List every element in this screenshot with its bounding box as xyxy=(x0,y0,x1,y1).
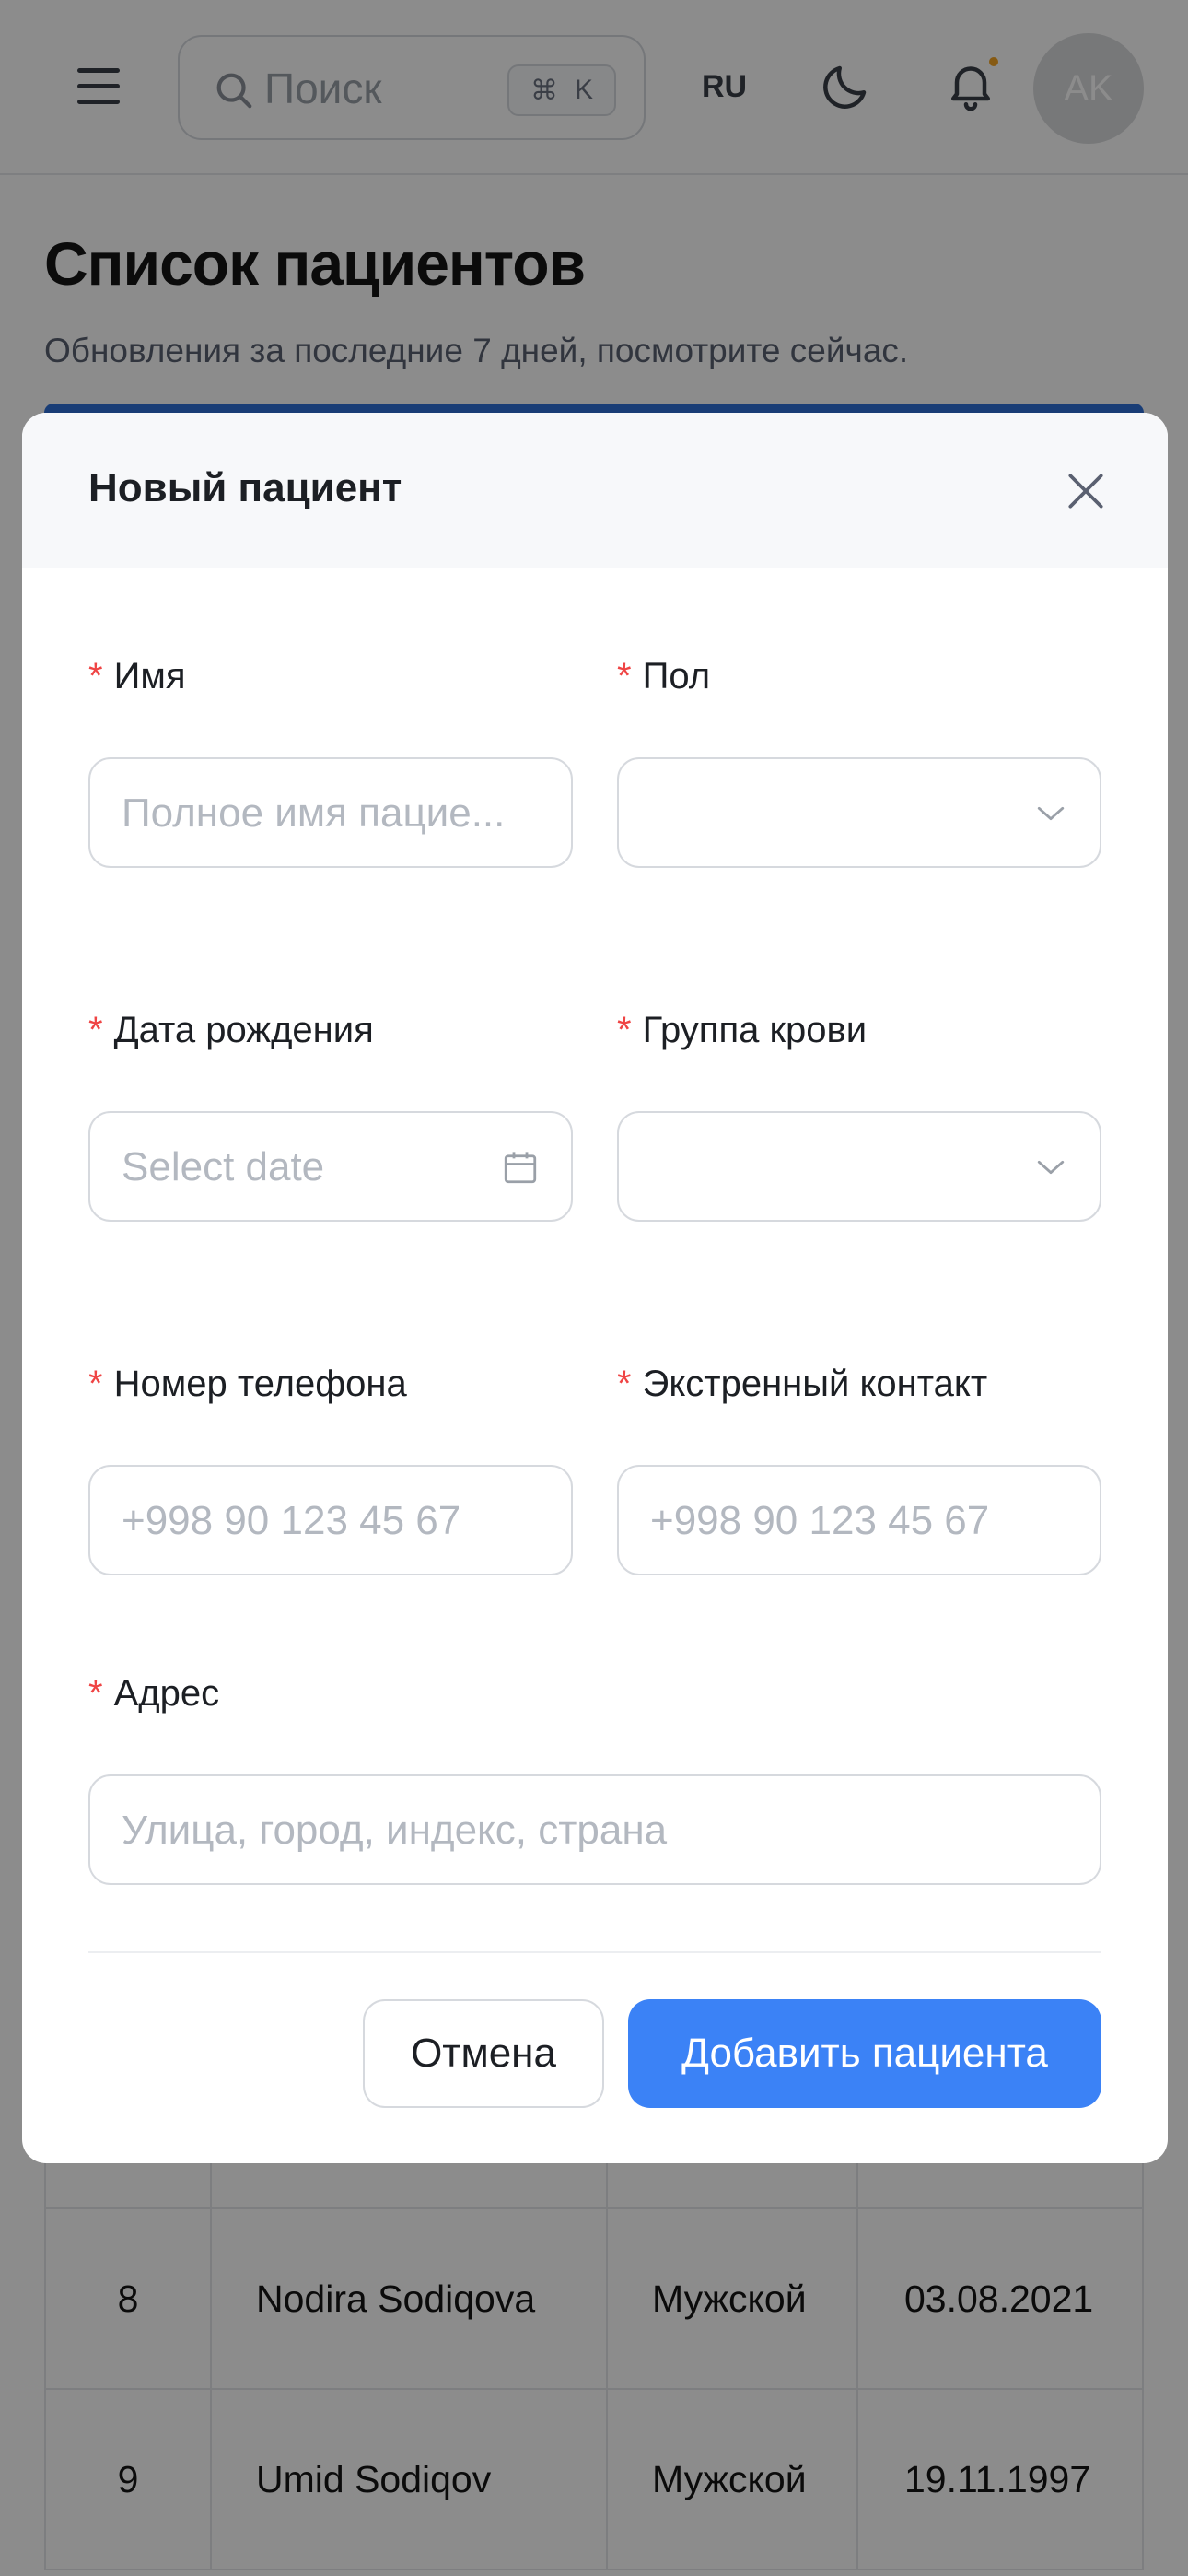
chevron-down-icon xyxy=(1037,1160,1065,1175)
gender-label: * Пол xyxy=(617,656,710,697)
footer-divider xyxy=(88,1951,1101,1953)
phone-input[interactable] xyxy=(122,1493,540,1550)
emergency-contact-label: * Экстренный контакт xyxy=(617,1364,987,1405)
address-field[interactable] xyxy=(88,1774,1101,1885)
required-mark: * xyxy=(617,656,632,697)
dob-input[interactable] xyxy=(122,1139,472,1196)
required-mark: * xyxy=(88,656,103,697)
phone-label: * Номер телефона xyxy=(88,1364,407,1405)
dob-label-text: Дата рождения xyxy=(113,1010,374,1050)
gender-label-text: Пол xyxy=(642,656,711,697)
required-mark: * xyxy=(88,1673,103,1714)
add-patient-button[interactable]: Добавить пациента xyxy=(628,1999,1101,2108)
new-patient-modal: Новый пациент *Имя *Пол *Дата рождения *… xyxy=(22,413,1168,2163)
address-label: * Адрес xyxy=(88,1673,219,1715)
emergency-contact-label-text: Экстренный контакт xyxy=(642,1364,988,1404)
phone-label-text: Номер телефона xyxy=(113,1364,407,1404)
close-icon[interactable] xyxy=(1063,468,1109,514)
dob-label: * Дата рождения xyxy=(88,1010,374,1051)
blood-group-label: * Группа крови xyxy=(617,1010,867,1051)
blood-group-select[interactable] xyxy=(617,1111,1101,1222)
name-label: * Имя xyxy=(88,656,186,697)
required-mark: * xyxy=(617,1364,632,1404)
modal-title: Новый пациент xyxy=(88,465,402,510)
required-mark: * xyxy=(88,1364,103,1404)
modal-header: Новый пациент xyxy=(22,413,1168,568)
required-mark: * xyxy=(617,1010,632,1050)
name-label-text: Имя xyxy=(113,656,186,697)
address-label-text: Адрес xyxy=(113,1673,220,1714)
dob-field[interactable] xyxy=(88,1111,573,1222)
calendar-icon[interactable] xyxy=(501,1148,540,1187)
name-field[interactable] xyxy=(88,757,573,868)
required-mark: * xyxy=(88,1010,103,1050)
blood-group-label-text: Группа крови xyxy=(642,1010,868,1050)
emergency-contact-input[interactable] xyxy=(650,1493,1068,1550)
phone-field[interactable] xyxy=(88,1465,573,1575)
address-input[interactable] xyxy=(122,1802,1068,1859)
emergency-contact-field[interactable] xyxy=(617,1465,1101,1575)
name-input[interactable] xyxy=(122,785,540,842)
gender-select[interactable] xyxy=(617,757,1101,868)
chevron-down-icon xyxy=(1037,806,1065,821)
cancel-button[interactable]: Отмена xyxy=(363,1999,604,2108)
